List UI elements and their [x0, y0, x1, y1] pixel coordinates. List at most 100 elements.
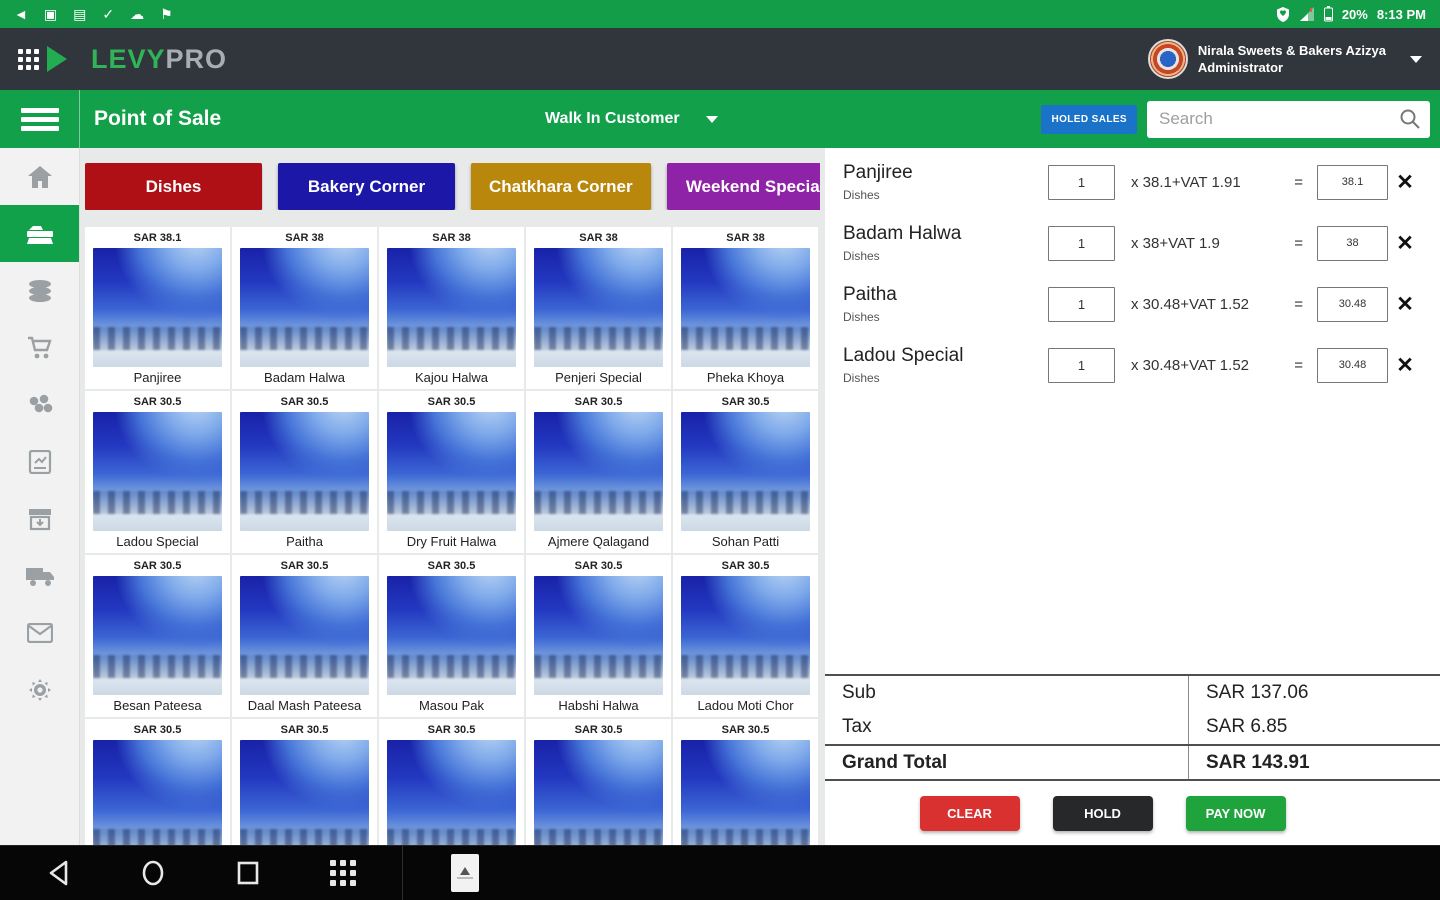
- product-card[interactable]: SAR 30.5 Ladou Special: [85, 391, 230, 553]
- product-name: Dry Fruit Halwa: [406, 534, 497, 549]
- sidebar-item-home[interactable]: [0, 148, 79, 205]
- product-card[interactable]: SAR 30.5 Daal Mash Pateesa: [232, 555, 377, 717]
- remove-item-button[interactable]: ✕: [1388, 292, 1422, 317]
- sidebar-item-settings[interactable]: [0, 661, 79, 718]
- product-card[interactable]: SAR 38 Pheka Khoya: [673, 227, 818, 389]
- customer-selector[interactable]: Walk In Customer: [545, 110, 718, 128]
- sidebar-item-inventory[interactable]: [0, 490, 79, 547]
- product-card[interactable]: SAR 38 Badam Halwa: [232, 227, 377, 389]
- back-icon: [49, 860, 67, 886]
- back-button[interactable]: [10, 860, 105, 886]
- sidebar-item-pos[interactable]: [0, 205, 79, 262]
- category-tabs: Dishes Bakery Corner Chatkhara Corner We…: [85, 163, 820, 210]
- equals-sign: =: [1294, 173, 1303, 191]
- sidebar-item-ingredients[interactable]: [0, 376, 79, 433]
- search-icon: [1400, 109, 1420, 129]
- hold-sales-button[interactable]: HOLED SALES: [1041, 104, 1137, 134]
- logo-dots-icon: [18, 48, 39, 70]
- product-name: Habshi Halwa: [558, 698, 639, 713]
- sidebar-item-delivery[interactable]: [0, 547, 79, 604]
- product-price: SAR 30.5: [721, 560, 770, 572]
- line-total-input[interactable]: [1317, 164, 1388, 200]
- category-tab[interactable]: Weekend Special: [666, 163, 820, 210]
- logo-play-icon: [47, 46, 67, 72]
- chevron-down-icon: [1410, 55, 1422, 63]
- product-card[interactable]: SAR 38 Kajou Halwa: [379, 227, 524, 389]
- battery-percent: 20%: [1341, 6, 1368, 22]
- home-button[interactable]: [105, 860, 200, 886]
- line-total-input[interactable]: [1317, 347, 1388, 383]
- category-tab[interactable]: Dishes: [85, 163, 262, 210]
- pay-now-button[interactable]: PAY NOW: [1185, 796, 1286, 831]
- line-total-input[interactable]: [1317, 225, 1388, 261]
- product-card[interactable]: SAR 30.5 Dry Fruit Halwa: [379, 391, 524, 553]
- apps-button[interactable]: [295, 860, 390, 886]
- equals-sign: =: [1294, 234, 1303, 252]
- product-card[interactable]: SAR 30.5: [379, 719, 524, 845]
- cart-item-category: Dishes: [843, 310, 880, 324]
- grand-total-row: Grand Total SAR 143.91: [825, 744, 1440, 781]
- sidebar-item-reports[interactable]: [0, 433, 79, 490]
- product-name: Daal Mash Pateesa: [247, 698, 362, 713]
- product-image: [387, 576, 516, 695]
- sidebar-item-products[interactable]: [0, 262, 79, 319]
- line-total-input[interactable]: [1317, 286, 1388, 322]
- tax-row: Tax SAR 6.85: [825, 710, 1440, 744]
- page-title: Point of Sale: [94, 107, 222, 130]
- account-name: Nirala Sweets & Bakers Azizya: [1197, 43, 1386, 58]
- chevron-down-icon: [705, 115, 718, 123]
- cart-item-category: Dishes: [843, 249, 880, 263]
- quantity-input[interactable]: [1048, 225, 1115, 261]
- product-price: SAR 38: [579, 232, 618, 244]
- quantity-input[interactable]: [1048, 286, 1115, 322]
- recents-button[interactable]: [200, 860, 295, 886]
- product-grid: SAR 38.1 Panjiree SAR 38 Badam Halwa SAR…: [85, 227, 820, 845]
- product-name: Ajmere Qalagand: [547, 534, 650, 549]
- product-price: SAR 30.5: [427, 724, 476, 736]
- app-shortcut-icon[interactable]: [451, 854, 479, 892]
- remove-item-button[interactable]: ✕: [1388, 353, 1422, 378]
- product-image: [534, 412, 663, 531]
- product-card[interactable]: SAR 30.5 Ajmere Qalagand: [526, 391, 671, 553]
- category-tab[interactable]: Chatkhara Corner: [471, 163, 651, 210]
- account-menu[interactable]: Nirala Sweets & Bakers Azizya Administra…: [1147, 39, 1422, 79]
- sidebar-item-cart[interactable]: [0, 319, 79, 376]
- quantity-input[interactable]: [1048, 164, 1115, 200]
- product-card[interactable]: SAR 38.1 Panjiree: [85, 227, 230, 389]
- clear-button[interactable]: CLEAR: [919, 796, 1020, 831]
- apps-grid-icon: [329, 860, 356, 886]
- product-card[interactable]: SAR 30.5: [673, 719, 818, 845]
- remove-item-button[interactable]: ✕: [1388, 170, 1422, 195]
- product-image: [681, 412, 810, 531]
- product-card[interactable]: SAR 30.5: [85, 719, 230, 845]
- product-price: SAR 30.5: [427, 560, 476, 572]
- product-card[interactable]: SAR 30.5 Habshi Halwa: [526, 555, 671, 717]
- product-price: SAR 30.5: [427, 396, 476, 408]
- cart-item-category: Dishes: [843, 188, 880, 202]
- product-card[interactable]: SAR 30.5 Sohan Patti: [673, 391, 818, 553]
- product-card[interactable]: SAR 30.5 Paitha: [232, 391, 377, 553]
- check-icon: ✓: [102, 6, 115, 22]
- product-card[interactable]: SAR 30.5 Besan Pateesa: [85, 555, 230, 717]
- product-card[interactable]: SAR 38 Penjeri Special: [526, 227, 671, 389]
- equals-sign: =: [1294, 295, 1303, 313]
- cart-item-name: Badam Halwa: [843, 223, 962, 244]
- quantity-input[interactable]: [1048, 347, 1115, 383]
- sidebar-item-messages[interactable]: [0, 604, 79, 661]
- pos-register-icon: [26, 225, 53, 244]
- hamburger-menu-button[interactable]: [0, 90, 80, 148]
- category-tab[interactable]: Bakery Corner: [278, 163, 455, 210]
- product-price: SAR 38: [726, 232, 765, 244]
- product-card[interactable]: SAR 30.5: [526, 719, 671, 845]
- remove-item-button[interactable]: ✕: [1388, 231, 1422, 256]
- hold-button[interactable]: HOLD: [1052, 796, 1153, 831]
- search-box: [1146, 100, 1430, 138]
- grand-total-value: SAR 143.91: [1188, 746, 1440, 779]
- product-card[interactable]: SAR 30.5: [232, 719, 377, 845]
- product-price: SAR 30.5: [133, 396, 182, 408]
- product-card[interactable]: SAR 30.5 Ladou Moti Chor: [673, 555, 818, 717]
- search-input[interactable]: [1146, 100, 1430, 138]
- cart-actions: CLEAR HOLD PAY NOW: [825, 796, 1440, 831]
- product-card[interactable]: SAR 30.5 Masou Pak: [379, 555, 524, 717]
- equals-sign: =: [1294, 356, 1303, 374]
